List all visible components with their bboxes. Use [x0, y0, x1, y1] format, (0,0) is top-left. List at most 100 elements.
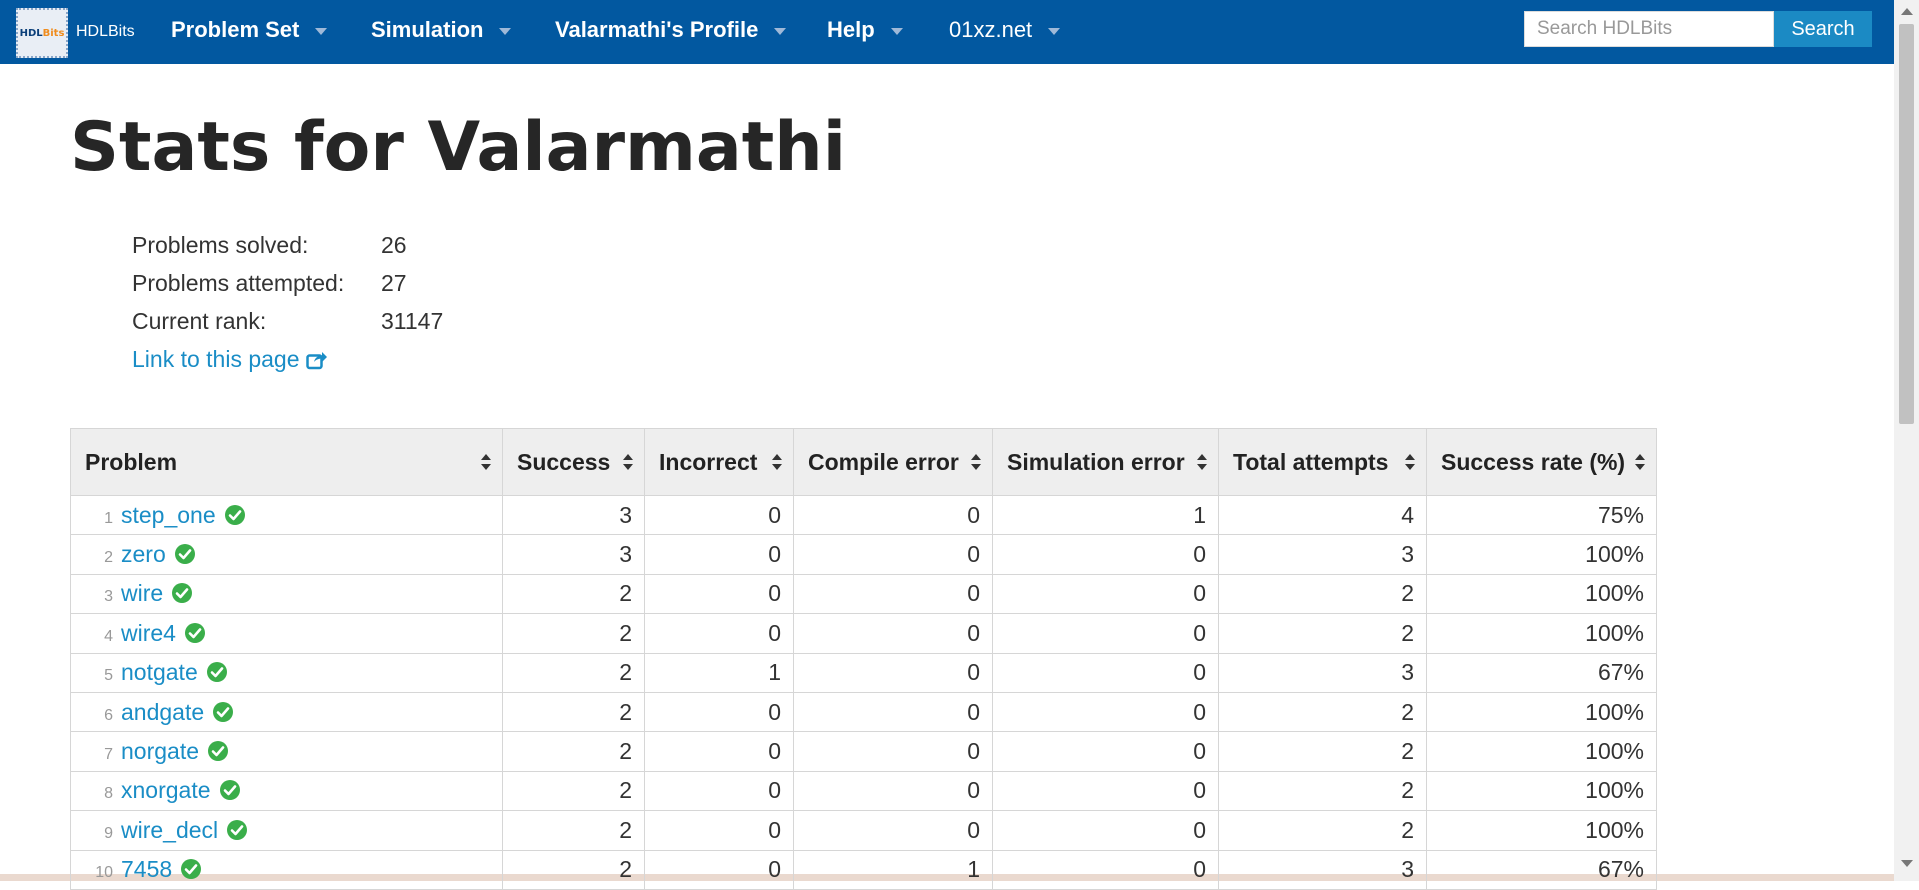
- table-row: 10 7458 2 0 1 0 3 67%: [70, 849, 1657, 890]
- permalink-link[interactable]: Link to this page: [132, 346, 328, 373]
- success-cell: 2: [502, 770, 645, 812]
- problem-cell: 1 step_one: [70, 494, 503, 536]
- column-header-success[interactable]: Success: [502, 428, 645, 496]
- column-header-total-attempts[interactable]: Total attempts: [1218, 428, 1427, 496]
- problem-cell: 7 norgate: [70, 731, 503, 772]
- column-header-incorrect[interactable]: Incorrect: [644, 428, 794, 496]
- sort-icon: [481, 454, 492, 470]
- problem-cell: 8 xnorgate: [70, 770, 503, 812]
- check-circle-icon: [206, 662, 227, 683]
- incorrect-cell: 0: [644, 534, 794, 575]
- problem-link[interactable]: norgate: [121, 738, 199, 764]
- problem-link[interactable]: andgate: [121, 699, 204, 725]
- row-number: 8: [104, 785, 113, 803]
- sort-icon: [1405, 454, 1416, 470]
- row-number: 6: [104, 706, 113, 724]
- table-row: 1 step_one 3 0 0 1 4 75%: [70, 494, 1657, 536]
- row-number: 2: [104, 549, 113, 567]
- problem-cell: 10 7458: [70, 849, 503, 890]
- problem-link[interactable]: zero: [121, 541, 166, 567]
- row-number: 10: [95, 864, 113, 882]
- total-attempts-cell: 2: [1218, 691, 1427, 733]
- column-header-label: Success rate (%): [1441, 448, 1626, 475]
- nav-menu-label: Problem Set: [171, 17, 300, 42]
- stat-value-solved: 26: [381, 232, 407, 258]
- incorrect-cell: 1: [644, 652, 794, 693]
- simulation-error-cell: 0: [992, 849, 1219, 890]
- problem-link[interactable]: wire: [121, 580, 163, 606]
- compile-error-cell: 0: [793, 613, 993, 654]
- row-number: 1: [104, 509, 113, 527]
- scroll-down-arrow-icon[interactable]: [1901, 860, 1913, 867]
- success-rate-cell: 100%: [1426, 810, 1657, 851]
- table-row: 9 wire_decl 2 0 0 0 2 100%: [70, 810, 1657, 851]
- success-cell: 2: [502, 652, 645, 693]
- nav-menu-01xz[interactable]: 01xz.net: [949, 17, 1061, 43]
- column-header-label: Incorrect: [659, 448, 758, 475]
- top-navbar: HDL Bits HDLBits Problem Set Simulation V…: [0, 0, 1894, 64]
- incorrect-cell: 0: [644, 573, 794, 615]
- total-attempts-cell: 3: [1218, 849, 1427, 890]
- problem-link[interactable]: 7458: [121, 856, 172, 882]
- problem-link[interactable]: wire4: [121, 620, 176, 646]
- logo-text-hdl: HDL: [19, 27, 43, 39]
- compile-error-cell: 0: [793, 810, 993, 851]
- simulation-error-cell: 0: [992, 810, 1219, 851]
- nav-menu-label: Help: [827, 17, 875, 42]
- problem-cell: 9 wire_decl: [70, 810, 503, 851]
- simulation-error-cell: 0: [992, 534, 1219, 575]
- nav-menu-label: 01xz.net: [949, 17, 1033, 42]
- column-header-simulation-error[interactable]: Simulation error: [992, 428, 1219, 496]
- simulation-error-cell: 0: [992, 770, 1219, 812]
- problem-link[interactable]: step_one: [121, 502, 216, 528]
- total-attempts-cell: 2: [1218, 573, 1427, 615]
- caret-down-icon: [890, 27, 903, 35]
- problem-link[interactable]: notgate: [121, 659, 198, 685]
- caret-down-icon: [774, 27, 787, 35]
- check-circle-icon: [208, 740, 229, 761]
- caret-down-icon: [1048, 27, 1061, 35]
- total-attempts-cell: 2: [1218, 613, 1427, 654]
- success-rate-cell: 100%: [1426, 613, 1657, 654]
- simulation-error-cell: 0: [992, 691, 1219, 733]
- share-icon: [305, 351, 327, 369]
- scroll-up-arrow-icon[interactable]: [1901, 8, 1913, 15]
- stat-label-attempted: Problems attempted:: [132, 270, 345, 296]
- success-rate-cell: 100%: [1426, 573, 1657, 615]
- nav-menu-profile[interactable]: Valarmathi's Profile: [555, 17, 787, 43]
- brand-name[interactable]: HDLBits: [76, 23, 135, 41]
- simulation-error-cell: 1: [992, 494, 1219, 536]
- success-cell: 2: [502, 731, 645, 772]
- total-attempts-cell: 4: [1218, 494, 1427, 536]
- check-circle-icon: [184, 622, 205, 643]
- problem-link[interactable]: xnorgate: [121, 777, 211, 803]
- search-input[interactable]: [1524, 11, 1774, 47]
- nav-menu-problem-set[interactable]: Problem Set: [171, 17, 328, 43]
- column-header-label: Problem: [85, 448, 178, 475]
- column-header-compile-error[interactable]: Compile error: [793, 428, 993, 496]
- incorrect-cell: 0: [644, 494, 794, 536]
- total-attempts-cell: 3: [1218, 652, 1427, 693]
- simulation-error-cell: 0: [992, 652, 1219, 693]
- check-circle-icon: [213, 701, 234, 722]
- hdlbits-logo[interactable]: HDL Bits: [16, 8, 68, 58]
- success-rate-cell: 100%: [1426, 731, 1657, 772]
- nav-menu-help[interactable]: Help: [827, 17, 903, 43]
- search-button[interactable]: Search: [1774, 11, 1872, 47]
- vertical-scrollbar[interactable]: [1894, 0, 1919, 881]
- success-cell: 2: [502, 849, 645, 890]
- problem-link[interactable]: wire_decl: [121, 817, 218, 843]
- problem-cell: 2 zero: [70, 534, 503, 575]
- column-header-success-rate[interactable]: Success rate (%): [1426, 428, 1657, 496]
- problem-cell: 6 andgate: [70, 691, 503, 733]
- incorrect-cell: 0: [644, 731, 794, 772]
- stat-value-attempted: 27: [381, 270, 407, 296]
- nav-menu-simulation[interactable]: Simulation: [371, 17, 512, 43]
- compile-error-cell: 0: [793, 534, 993, 575]
- check-circle-icon: [224, 504, 245, 525]
- column-header-problem[interactable]: Problem: [70, 428, 503, 496]
- incorrect-cell: 0: [644, 613, 794, 654]
- stat-label-solved: Problems solved:: [132, 232, 309, 258]
- simulation-error-cell: 0: [992, 731, 1219, 772]
- scrollbar-thumb[interactable]: [1899, 24, 1914, 424]
